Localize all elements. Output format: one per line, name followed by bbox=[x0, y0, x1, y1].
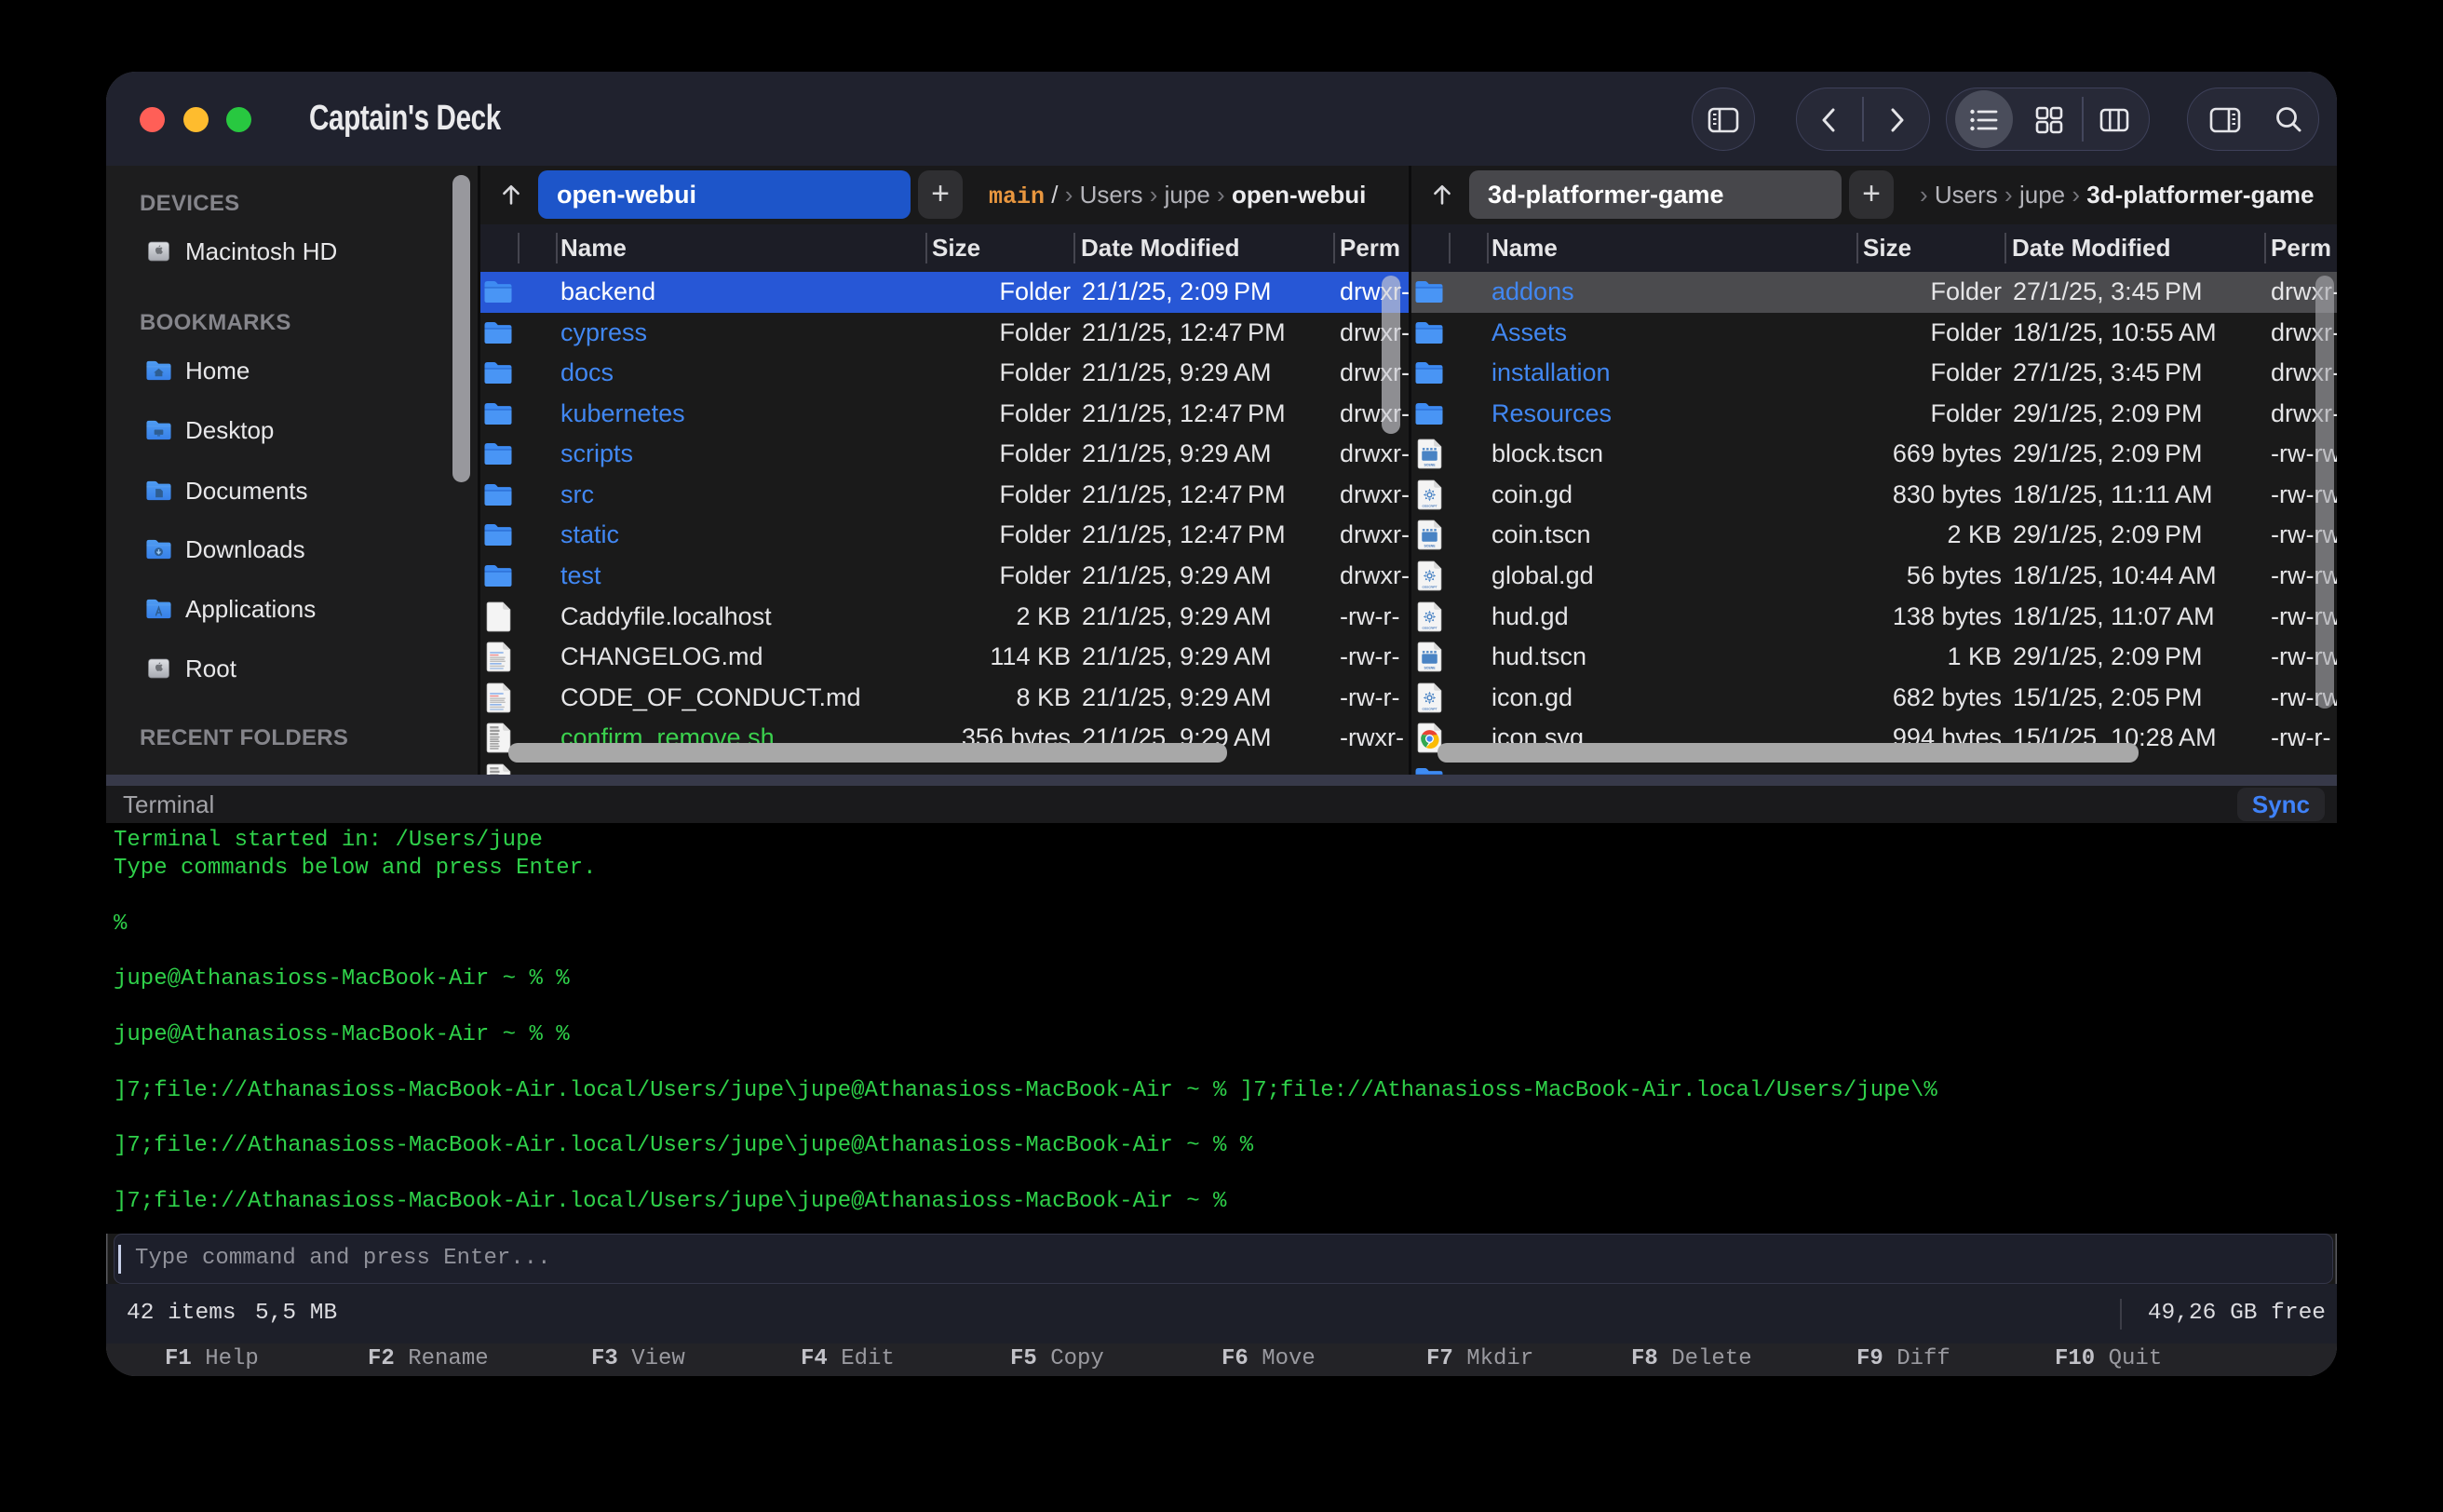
svg-text:SCENE: SCENE bbox=[1424, 464, 1436, 467]
svg-text:GDSCRIPT: GDSCRIPT bbox=[1423, 626, 1437, 629]
svg-text:GDSCRIPT: GDSCRIPT bbox=[1423, 707, 1437, 710]
svg-text:GDSCRIPT: GDSCRIPT bbox=[1423, 504, 1437, 507]
svg-text:GDSCRIPT: GDSCRIPT bbox=[1423, 585, 1437, 588]
svg-text:SCENE: SCENE bbox=[1424, 667, 1436, 670]
svg-text:SCENE: SCENE bbox=[1424, 545, 1436, 548]
